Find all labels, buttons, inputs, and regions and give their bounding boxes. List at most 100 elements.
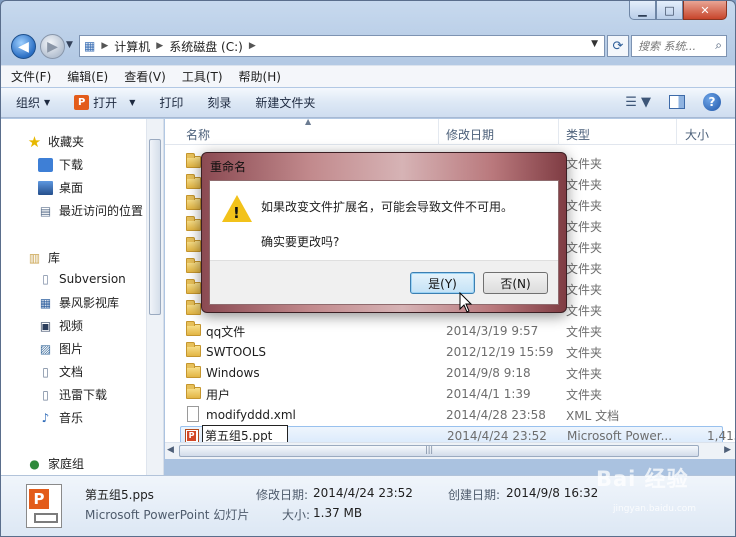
- nav-scrollbar-thumb[interactable]: [149, 139, 161, 315]
- file-type: 文件夹: [566, 156, 603, 171]
- nav-desktop-label: 桌面: [59, 181, 84, 195]
- breadcrumb-separator[interactable]: ▶: [101, 41, 108, 51]
- open-button[interactable]: P 打开 ▼: [74, 94, 135, 111]
- file-type: XML 文档: [566, 408, 620, 423]
- mouse-cursor-icon: [459, 292, 473, 313]
- documents-icon: ▯: [42, 364, 49, 379]
- nav-pictures-label: 图片: [59, 342, 84, 356]
- file-name: Windows: [206, 366, 260, 380]
- breadcrumb-separator[interactable]: ▶: [156, 41, 163, 51]
- recent-pages-dropdown[interactable]: ▼: [66, 40, 73, 50]
- breadcrumb-computer[interactable]: 计算机: [114, 38, 150, 55]
- address-row: ◀ ▶ ▼ ▦ ▶ 计算机 ▶ 系统磁盘 (C:) ▶ ▼ ⟳ ⌕: [9, 33, 727, 59]
- picture-icon: ▨: [39, 341, 52, 356]
- table-row[interactable]: qq文件 2014/3/19 9:57 文件夹: [181, 321, 735, 341]
- table-row[interactable]: 用户 2014/4/1 1:39 文件夹: [181, 384, 735, 404]
- nav-favorites[interactable]: ★ 收藏夹: [27, 133, 84, 151]
- scroll-left-icon[interactable]: ◀: [167, 445, 174, 455]
- navigation-pane: ★ 收藏夹 下载 桌面 ▤ 最近访问的位置 ▥ 库 ▯ Subversion ▦…: [1, 119, 164, 475]
- nav-storm[interactable]: ▦ 暴风影视库: [38, 294, 119, 311]
- maximize-button[interactable]: □: [656, 1, 683, 20]
- breadcrumb-separator[interactable]: ▶: [249, 41, 256, 51]
- dialog-footer: 是(Y) 否(N): [210, 260, 558, 304]
- menu-file[interactable]: 文件(F): [11, 68, 51, 85]
- file-date: 2014/4/1 1:39: [446, 387, 531, 401]
- scroll-right-icon[interactable]: ▶: [724, 445, 731, 455]
- folder-icon: [186, 321, 201, 336]
- organize-button[interactable]: 组织 ▼: [16, 94, 50, 111]
- chevron-down-icon: ▼: [129, 98, 136, 107]
- preview-pane-icon[interactable]: [669, 95, 685, 109]
- nav-homegroup[interactable]: ● 家庭组: [27, 455, 84, 472]
- address-history-dropdown[interactable]: ▼: [591, 39, 598, 49]
- nav-libraries[interactable]: ▥ 库: [27, 249, 60, 266]
- horizontal-scrollbar[interactable]: ◀ ||| ▶: [165, 442, 735, 459]
- table-row[interactable]: SWTOOLS 2012/12/19 15:59 文件夹: [181, 342, 735, 362]
- explorer-window: ▁ □ ✕ ◀ ▶ ▼ ▦ ▶ 计算机 ▶ 系统磁盘 (C:) ▶ ▼ ⟳ ⌕ …: [0, 0, 736, 537]
- nav-pictures[interactable]: ▨ 图片: [38, 340, 83, 357]
- homegroup-icon: ●: [29, 456, 40, 471]
- back-button[interactable]: ◀: [11, 34, 36, 59]
- new-folder-button[interactable]: 新建文件夹: [255, 94, 315, 111]
- nav-videos[interactable]: ▣ 视频: [38, 317, 83, 334]
- watermark-url: jingyan.baidu.com: [613, 504, 697, 514]
- menu-help[interactable]: 帮助(H): [239, 68, 281, 85]
- forward-button[interactable]: ▶: [40, 34, 65, 59]
- column-date[interactable]: 修改日期: [446, 126, 494, 143]
- file-type: 文件夹: [566, 303, 603, 318]
- column-name[interactable]: 名称: [186, 126, 210, 143]
- no-button[interactable]: 否(N): [483, 272, 548, 294]
- file-type: 文件夹: [566, 219, 603, 234]
- powerpoint-icon: P: [74, 95, 90, 110]
- toolbar-right: ☰ ▼ ?: [625, 93, 721, 111]
- close-button[interactable]: ✕: [683, 1, 727, 20]
- search-input[interactable]: [638, 39, 708, 53]
- file-type: 文件夹: [566, 345, 603, 360]
- organize-label: 组织: [16, 96, 41, 110]
- dialog-title: 重命名: [210, 160, 247, 174]
- table-row[interactable]: modifyddd.xml 2014/4/28 23:58 XML 文档: [181, 405, 735, 425]
- film-icon: ▣: [39, 318, 52, 333]
- dialog-body: ! 如果改变文件扩展名，可能会导致文件不可用。 确实要更改吗? 是(Y) 否(N…: [209, 180, 559, 305]
- nav-desktop[interactable]: 桌面: [38, 179, 83, 196]
- nav-downloads[interactable]: 下载: [38, 156, 83, 173]
- details-modified: 2014/4/24 23:52: [313, 486, 413, 500]
- menu-view[interactable]: 查看(V): [124, 68, 166, 85]
- desktop-icon: [38, 180, 53, 195]
- address-bar[interactable]: ▦ ▶ 计算机 ▶ 系统磁盘 (C:) ▶ ▼: [79, 35, 605, 57]
- yes-button[interactable]: 是(Y): [410, 272, 475, 294]
- nav-documents[interactable]: ▯ 文档: [38, 363, 83, 380]
- sort-ascending-icon: ▲: [305, 117, 312, 126]
- folder-icon: [186, 279, 201, 294]
- file-type: 文件夹: [566, 198, 603, 213]
- nav-recent[interactable]: ▤ 最近访问的位置: [38, 202, 143, 219]
- folder-icon: [186, 237, 201, 252]
- column-size[interactable]: 大小: [685, 126, 709, 143]
- nav-subversion-label: Subversion: [59, 272, 126, 286]
- print-button[interactable]: 打印: [159, 94, 183, 111]
- nav-subversion[interactable]: ▯ Subversion: [38, 272, 126, 286]
- column-type[interactable]: 类型: [566, 126, 590, 143]
- recent-places-icon: ▤: [39, 203, 52, 218]
- table-row[interactable]: Windows 2014/9/8 9:18 文件夹: [181, 363, 735, 383]
- search-box[interactable]: ⌕: [631, 35, 727, 57]
- menu-tools[interactable]: 工具(T): [182, 68, 223, 85]
- details-filetype: Microsoft PowerPoint 幻灯片: [85, 508, 250, 522]
- help-icon[interactable]: ?: [703, 93, 721, 111]
- dialog-message: 如果改变文件扩展名，可能会导致文件不可用。: [261, 200, 514, 214]
- folder-icon: [186, 216, 201, 231]
- view-options-icon[interactable]: ☰ ▼: [625, 95, 651, 110]
- menu-edit[interactable]: 编辑(E): [67, 68, 108, 85]
- file-date: 2014/3/19 9:57: [446, 324, 539, 338]
- file-name: modifyddd.xml: [206, 408, 296, 422]
- nav-scrollbar[interactable]: [146, 119, 163, 475]
- burn-button[interactable]: 刻录: [207, 94, 231, 111]
- file-type: Microsoft Power...: [567, 429, 673, 443]
- refresh-button[interactable]: ⟳: [607, 35, 629, 57]
- horizontal-scrollbar-thumb[interactable]: [179, 445, 699, 457]
- breadcrumb-drive[interactable]: 系统磁盘 (C:): [169, 38, 243, 55]
- nav-music[interactable]: ♪ 音乐: [38, 409, 83, 426]
- nav-libraries-label: 库: [48, 251, 61, 265]
- minimize-button[interactable]: ▁: [629, 1, 656, 20]
- nav-thunder[interactable]: ▯ 迅雷下载: [38, 386, 107, 403]
